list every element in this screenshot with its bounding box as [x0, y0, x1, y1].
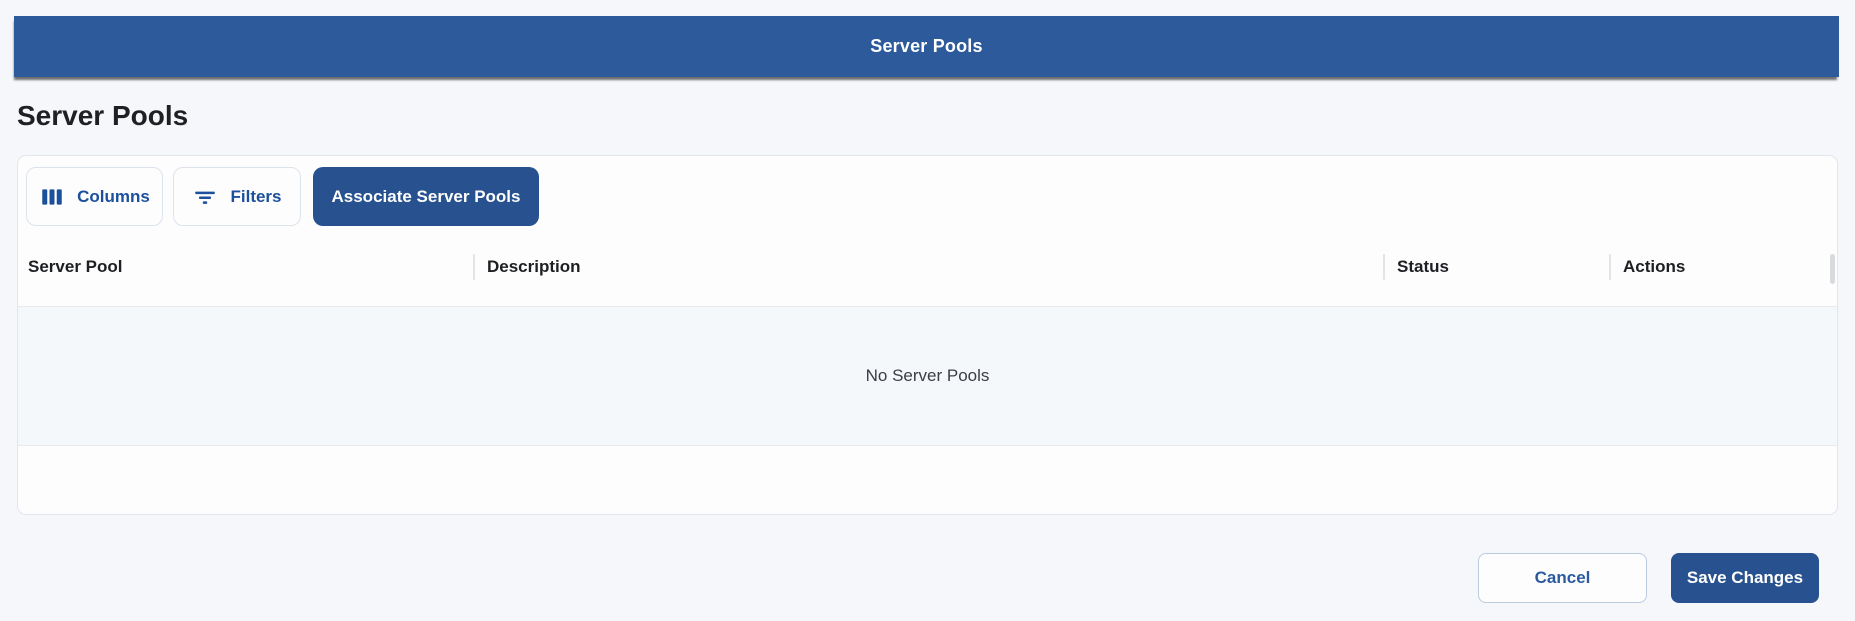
table-empty-state: No Server Pools [18, 307, 1837, 446]
column-header-label: Actions [1623, 257, 1685, 277]
associate-server-pools-button-label: Associate Server Pools [332, 187, 521, 207]
column-divider [1609, 254, 1611, 280]
save-changes-button-label: Save Changes [1687, 568, 1803, 588]
columns-icon [39, 184, 65, 210]
column-header-label: Description [487, 257, 581, 277]
table-toolbar: Columns Filters Associate Server Pools [26, 167, 539, 226]
server-pools-panel: Columns Filters Associate Server Pools S… [17, 155, 1838, 515]
window-banner: Server Pools [14, 16, 1839, 77]
table-header-row: Server Pool Description Status Actions [18, 227, 1837, 307]
table-scrollbar-thumb[interactable] [1830, 254, 1835, 284]
columns-button-label: Columns [77, 187, 150, 207]
column-divider [1383, 254, 1385, 280]
page-title: Server Pools [17, 99, 188, 133]
column-header-server-pool[interactable]: Server Pool [18, 227, 473, 306]
filters-button-label: Filters [230, 187, 281, 207]
empty-state-message: No Server Pools [866, 366, 990, 386]
column-header-label: Server Pool [28, 257, 123, 277]
column-header-actions[interactable]: Actions [1609, 227, 1837, 306]
table-footer-row [18, 446, 1837, 514]
column-header-status[interactable]: Status [1383, 227, 1609, 306]
associate-server-pools-button[interactable]: Associate Server Pools [313, 167, 539, 226]
columns-button[interactable]: Columns [26, 167, 163, 226]
cancel-button-label: Cancel [1535, 568, 1591, 588]
filter-icon [192, 184, 218, 210]
column-divider [473, 254, 475, 280]
banner-title: Server Pools [870, 36, 982, 57]
filters-button[interactable]: Filters [173, 167, 301, 226]
column-header-label: Status [1397, 257, 1449, 277]
cancel-button[interactable]: Cancel [1478, 553, 1647, 603]
column-header-description[interactable]: Description [473, 227, 1383, 306]
save-changes-button[interactable]: Save Changes [1671, 553, 1819, 603]
dialog-actions-bar: Cancel Save Changes [1478, 553, 1819, 603]
